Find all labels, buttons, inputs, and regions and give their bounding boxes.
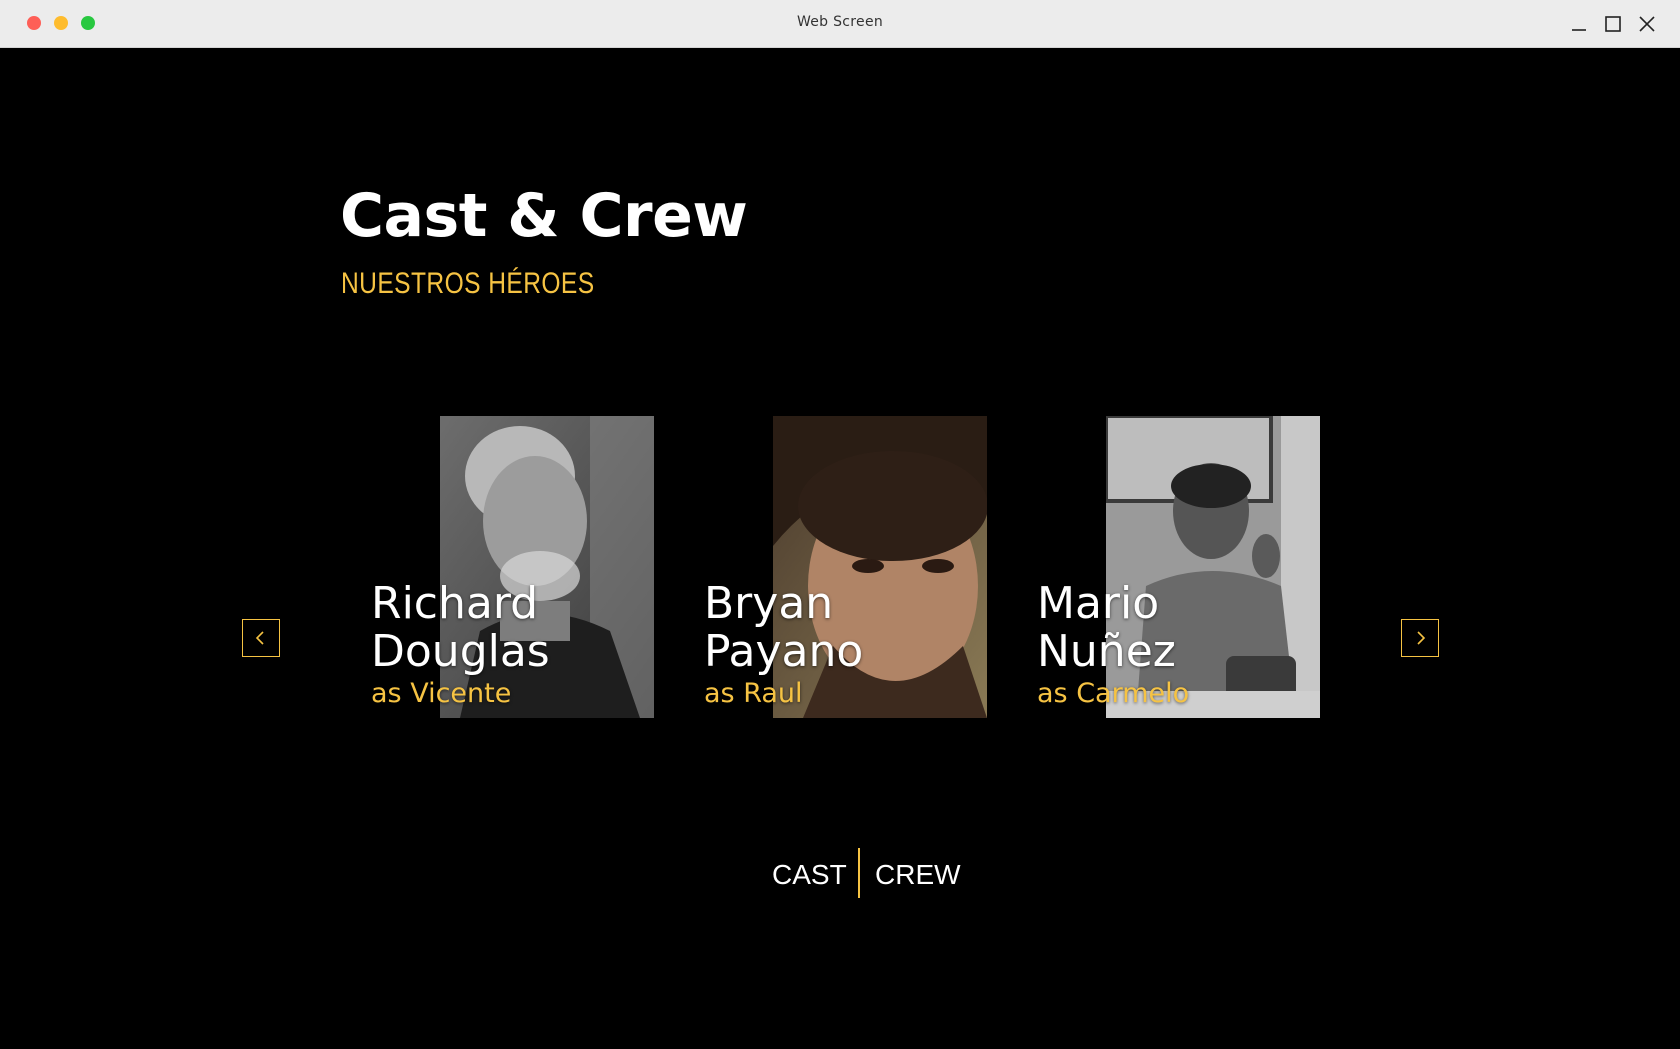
page-title: Cast & Crew [340, 181, 748, 251]
maximize-icon[interactable] [1601, 12, 1625, 36]
window-titlebar: Web Screen [0, 0, 1680, 48]
chevron-left-icon [255, 631, 264, 645]
cast-name-last: Nuñez [1037, 626, 1176, 677]
tab-cast[interactable]: CAST [772, 859, 847, 891]
page-subtitle: NUESTROS HÉROES [341, 267, 595, 300]
toggle-divider [858, 848, 860, 898]
cast-name: Bryan Payano [704, 580, 1004, 676]
close-icon[interactable] [1635, 12, 1659, 36]
minimize-icon[interactable] [1567, 12, 1591, 36]
window-title: Web Screen [796, 14, 884, 30]
cast-name-first: Richard [371, 578, 539, 629]
cast-name-last: Douglas [371, 626, 550, 677]
cast-name: Mario Nuñez [1037, 580, 1337, 676]
carousel-prev-button[interactable] [242, 619, 280, 657]
cast-role: as Raul [704, 678, 803, 709]
chevron-right-icon [1417, 631, 1426, 645]
page-content: Cast & Crew NUESTROS HÉROES Richard Doug… [0, 48, 1680, 1049]
cast-crew-toggle: CAST CREW [0, 848, 1680, 898]
cast-role: as Vicente [371, 678, 512, 709]
cast-name-first: Mario [1037, 578, 1160, 629]
tab-crew[interactable]: CREW [875, 859, 961, 891]
cast-role: as Carmelo [1037, 678, 1190, 709]
cast-card[interactable]: Richard Douglas as Vicente [371, 416, 691, 718]
cast-name-first: Bryan [704, 578, 834, 629]
cast-card[interactable]: Bryan Payano as Raul [704, 416, 1024, 718]
carousel-next-button[interactable] [1401, 619, 1439, 657]
cast-name-last: Payano [704, 626, 864, 677]
cast-card[interactable]: Mario Nuñez as Carmelo [1037, 416, 1357, 718]
cast-name: Richard Douglas [371, 580, 671, 676]
